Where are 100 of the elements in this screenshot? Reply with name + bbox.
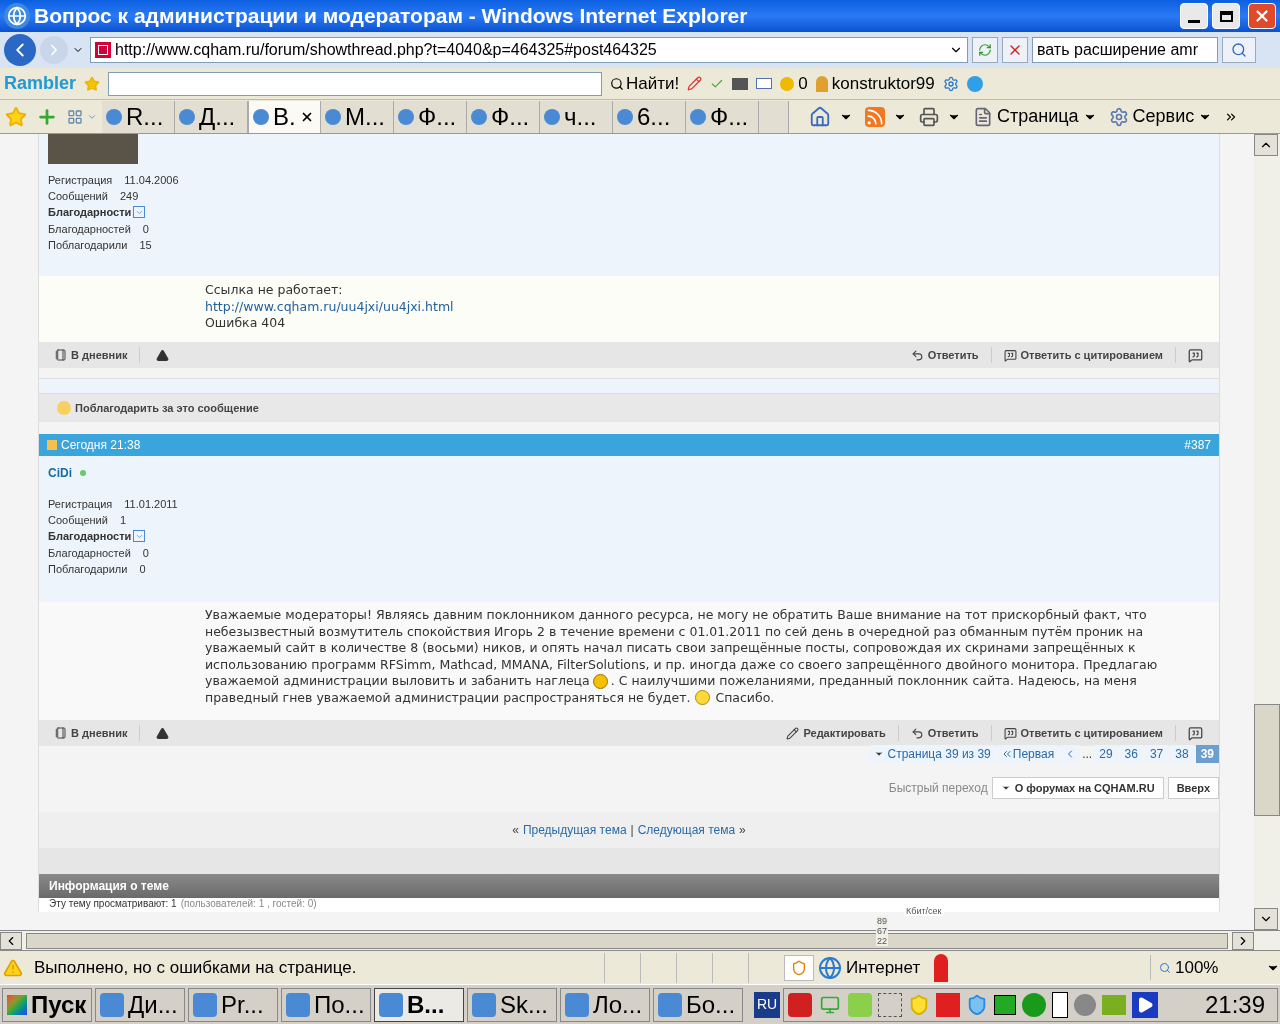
post-action-button[interactable]: Редактировать bbox=[774, 724, 899, 742]
window-title: Вопрос к администрации и модераторам - Windows Internet Explorer bbox=[34, 3, 749, 30]
post-action-button[interactable]: Ответить с цитированием bbox=[991, 724, 1176, 742]
expand-icon bbox=[133, 530, 146, 543]
scroll-down-icon bbox=[1254, 908, 1278, 930]
status-text: Выполнено, но с ошибками на странице. bbox=[34, 956, 358, 979]
taskbar-button[interactable]: Pr... bbox=[188, 987, 278, 1022]
multi-quote-icon bbox=[1188, 347, 1203, 363]
user-button[interactable]: konstruktor99 bbox=[815, 70, 935, 97]
message-text: . С наилучшими пожеланиями, преданный поклонник сайта. Надеюсь, на меня bbox=[610, 673, 1137, 690]
taskbar-button[interactable]: В... bbox=[374, 987, 464, 1022]
close-button[interactable] bbox=[1248, 3, 1276, 29]
browser-tab[interactable]: R... bbox=[102, 100, 175, 133]
horizontal-scrollbar[interactable] bbox=[0, 930, 1280, 950]
new-tab-button[interactable] bbox=[759, 100, 789, 133]
previous-thread-link[interactable]: Предыдущая тема bbox=[522, 821, 627, 839]
maximize-button[interactable] bbox=[1212, 3, 1240, 29]
taskbar-button[interactable]: Sk... bbox=[467, 987, 557, 1022]
notebook-icon bbox=[55, 727, 67, 739]
page-menu[interactable]: Страница bbox=[973, 103, 1097, 130]
post-action-button[interactable]: Ответить с цитированием bbox=[991, 346, 1176, 364]
browser-tab[interactable]: М... bbox=[321, 100, 394, 133]
stat-value: 1 bbox=[119, 513, 126, 528]
star-icon bbox=[84, 75, 101, 92]
search-button[interactable] bbox=[1222, 37, 1256, 63]
thank-button[interactable]: Поблагодарить за это сообщение bbox=[57, 399, 259, 417]
vertical-scrollbar[interactable] bbox=[1254, 134, 1280, 930]
rambler-search-field[interactable] bbox=[108, 71, 603, 96]
browser-tab[interactable]: 6... bbox=[613, 100, 686, 133]
page-dropdown[interactable]: Страница 39 из 39 bbox=[869, 745, 995, 763]
message-text: праведный гнев уважаемой администрации распространяться не будет. bbox=[205, 689, 691, 706]
address-field[interactable]: http://www.cqham.ru/forum/showthread.php?t=4040&p=464325#post464325 bbox=[90, 37, 968, 63]
tools-menu[interactable]: Сервис bbox=[1108, 103, 1213, 130]
stat-label: Регистрация bbox=[48, 173, 113, 188]
first-page-link[interactable]: Первая bbox=[996, 745, 1059, 763]
zone-text: Интернет bbox=[846, 956, 921, 979]
message-text: использованию программ RFSimm, Mathcad, MMANA, FilterSolutions, и пр. иногда даже со своего запрещённого двойного монитора. Предлагаю bbox=[205, 656, 1158, 673]
refresh-button[interactable] bbox=[972, 37, 998, 63]
scroll-thumb[interactable] bbox=[1254, 704, 1280, 816]
play-icon bbox=[1132, 991, 1158, 1018]
post-date: Сегодня 21:38 bbox=[61, 437, 141, 454]
meter-tick: 89 bbox=[876, 916, 888, 926]
back-button[interactable] bbox=[4, 34, 36, 66]
print-button[interactable] bbox=[919, 106, 961, 127]
message-link[interactable]: http://www.cqham.ru/uu4jxi/uu4jxi.html bbox=[205, 298, 454, 315]
zoom-icon bbox=[1159, 961, 1171, 974]
message-text: Спасибо. bbox=[715, 689, 775, 706]
post-action-button[interactable]: Ответить bbox=[898, 724, 992, 742]
user-icon bbox=[815, 75, 828, 92]
rss-icon bbox=[865, 106, 885, 127]
browser-tab[interactable]: Ф... bbox=[467, 100, 540, 133]
language-indicator[interactable]: RU bbox=[754, 991, 780, 1018]
viewers-text: Эту тему просматривают: 1 bbox=[49, 898, 177, 910]
home-icon bbox=[809, 105, 831, 128]
taskbar-button[interactable]: Ло... bbox=[560, 987, 650, 1022]
search-field[interactable]: вать расширение amr bbox=[1032, 37, 1218, 63]
reply-arrow-icon bbox=[910, 348, 924, 362]
taskbar-button[interactable]: Ди... bbox=[95, 987, 185, 1022]
previous-page-button[interactable] bbox=[1060, 745, 1081, 763]
find-button[interactable]: Найти! bbox=[610, 70, 680, 97]
minimize-button[interactable] bbox=[1180, 3, 1208, 29]
stop-button[interactable] bbox=[1002, 37, 1028, 63]
taskbar-button[interactable]: Бо... bbox=[653, 987, 743, 1022]
caret-icon bbox=[873, 749, 884, 759]
reply-arrow-icon bbox=[910, 726, 924, 740]
quote-bubble-icon bbox=[1003, 348, 1017, 362]
globe-icon bbox=[818, 955, 842, 980]
home-button[interactable] bbox=[809, 105, 853, 128]
forum-jump-dropdown[interactable]: О форумах на CQHAM.RU bbox=[991, 777, 1164, 799]
page-link[interactable]: 38 bbox=[1170, 745, 1194, 763]
start-button[interactable]: Пуск bbox=[2, 987, 92, 1022]
close-icon bbox=[1253, 7, 1271, 25]
page-link[interactable]: 36 bbox=[1119, 745, 1143, 763]
counter: 0 bbox=[798, 72, 808, 95]
url-text: http://www.cqham.ru/forum/showthread.php?t=4040&p=464325#post464325 bbox=[115, 40, 658, 60]
stat-value: 11.04.2006 bbox=[124, 173, 179, 188]
viewers-detail: (пользователей: 1 , гостей: 0) bbox=[180, 898, 317, 910]
browser-tab[interactable]: Ф... bbox=[394, 100, 467, 133]
message-text: уважаемый сайт в количестве 8 (восьми) ников, и опять начал писать свои запрещённые посты, сопровождая их скринами запрещённых к bbox=[205, 640, 1136, 657]
username-link[interactable]: CiDi bbox=[48, 464, 72, 482]
next-mark: » bbox=[739, 822, 746, 839]
diary-button[interactable]: В дневник bbox=[55, 724, 141, 742]
next-thread-link[interactable]: Следующая тема bbox=[637, 821, 736, 839]
top-button[interactable]: Вверх bbox=[1167, 777, 1219, 799]
diary-button[interactable]: В дневник bbox=[55, 346, 141, 364]
page-link[interactable]: 29 bbox=[1094, 745, 1118, 763]
browser-tab[interactable]: В. bbox=[248, 100, 321, 133]
zoom-button[interactable]: 100% bbox=[1150, 954, 1280, 981]
browser-tab[interactable]: Ф... bbox=[686, 100, 759, 133]
site-logo-icon bbox=[95, 42, 111, 58]
meter-spike-drawing bbox=[934, 953, 949, 982]
stat-label: Поблагодарили bbox=[48, 561, 128, 577]
browser-tab[interactable]: Д... bbox=[175, 100, 248, 133]
post-action-button[interactable]: Ответить bbox=[898, 346, 992, 364]
browser-tab[interactable]: ч... bbox=[540, 100, 613, 133]
scroll-thumb[interactable] bbox=[26, 932, 1228, 949]
feeds-button[interactable] bbox=[865, 106, 907, 127]
thread-info-header: Информация о теме bbox=[39, 874, 1219, 898]
page-link[interactable]: 37 bbox=[1144, 745, 1169, 763]
taskbar-button[interactable]: По... bbox=[281, 987, 371, 1022]
